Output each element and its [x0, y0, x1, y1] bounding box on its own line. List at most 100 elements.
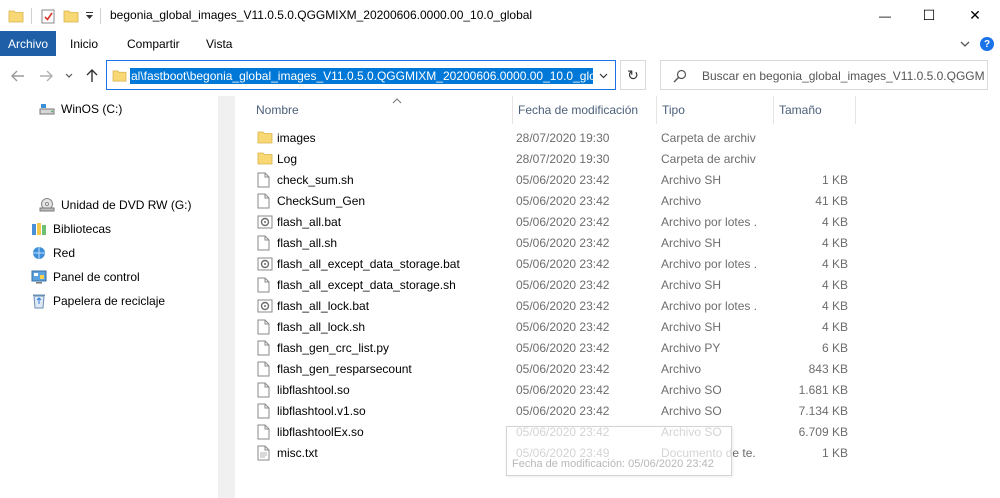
help-icon: ? [980, 37, 994, 51]
file-row[interactable]: flash_gen_resparsecount 05/06/2020 23:42 A… [236, 359, 1000, 380]
ribbon-tabs: Archivo Inicio Compartir Vista ? [0, 31, 1000, 56]
up-button[interactable] [82, 66, 102, 86]
file-size: 1 KB [821, 173, 848, 187]
customize-toolbar-icon[interactable] [85, 7, 94, 25]
file-date: 05/06/2020 23:42 [516, 278, 610, 292]
expand-ribbon-icon[interactable] [958, 35, 972, 53]
nav-item-label: Papelera de reciclaje [53, 294, 166, 308]
file-date: 05/06/2020 23:42 [516, 236, 610, 250]
tab-inicio[interactable]: Inicio [70, 31, 98, 56]
close-icon: ✕ [969, 7, 981, 23]
file-date: 05/06/2020 23:42 [516, 299, 610, 313]
file-row[interactable]: libflashtool.so 05/06/2020 23:42 Archivo S… [236, 380, 1000, 401]
file-name: flash_all_lock.sh [277, 320, 366, 334]
file-date: 05/06/2020 23:42 [516, 404, 610, 418]
file-name: images [277, 131, 316, 145]
file-row[interactable]: libflashtool.v1.so 05/06/2020 23:42 Archiv… [236, 401, 1000, 422]
file-name: misc.txt [277, 446, 318, 460]
drive-icon [39, 101, 55, 117]
window-title: begonia_global_images_V11.0.5.0.QGGMIXM_… [110, 8, 533, 22]
file-icon [257, 361, 273, 378]
nav-item-winos[interactable]: WinOS (C:) [39, 99, 122, 119]
file-row[interactable]: flash_all.sh 05/06/2020 23:42 Archivo SH 4 … [236, 233, 1000, 254]
file-row[interactable]: flash_all_except_data_storage.sh 05/06/20… [236, 275, 1000, 296]
nav-item-network[interactable]: Red [31, 243, 75, 263]
file-size: 6.709 KB [798, 425, 848, 439]
column-header-type[interactable]: Tipo [656, 96, 773, 124]
file-name: flash_all_except_data_storage.bat [277, 257, 460, 271]
file-type: Archivo por lotes ... [661, 299, 756, 313]
file-date: 05/06/2020 23:42 [516, 320, 610, 334]
batch-file-icon [257, 214, 273, 231]
file-size: 7.134 KB [798, 404, 848, 418]
folder-icon [257, 151, 273, 168]
batch-file-icon [257, 298, 273, 315]
file-row[interactable]: flash_all.bat 05/06/2020 23:42 Archivo por… [236, 212, 1000, 233]
file-icon [257, 319, 273, 336]
file-name: libflashtoolEx.so [277, 425, 364, 439]
file-type: Archivo SO [661, 383, 722, 397]
properties-icon[interactable] [41, 7, 56, 25]
file-size: 1 KB [821, 446, 848, 460]
search-box[interactable]: Buscar en begonia_global_images_V11.0.5.… [660, 60, 988, 90]
file-size: 6 KB [821, 341, 848, 355]
tooltip-date: Fecha de modificación: 05/06/2020 23:42 [512, 458, 714, 470]
forward-button[interactable] [36, 66, 56, 86]
minimize-button[interactable]: — [862, 0, 908, 31]
address-row: al\fastboot\begonia_global_images_V11.0.… [0, 56, 1000, 96]
file-date: 05/06/2020 23:42 [516, 362, 610, 376]
nav-item-control-panel[interactable]: Panel de control [31, 267, 140, 287]
file-name: flash_gen_crc_list.py [277, 341, 390, 355]
address-dropdown-button[interactable] [595, 68, 611, 84]
column-header-size[interactable]: Tamaño [773, 96, 855, 124]
file-row[interactable]: flash_all_lock.sh 05/06/2020 23:42 Archivo… [236, 317, 1000, 338]
tab-compartir[interactable]: Compartir [127, 31, 180, 56]
file-row[interactable]: check_sum.sh 05/06/2020 23:42 Archivo SH 1 … [236, 170, 1000, 191]
nav-item-recycle-bin[interactable]: Papelera de reciclaje [31, 291, 165, 311]
file-icon [257, 382, 273, 399]
text-file-icon [257, 445, 273, 462]
address-path[interactable]: al\fastboot\begonia_global_images_V11.0.… [130, 68, 593, 84]
recent-locations-button[interactable] [62, 66, 76, 86]
tab-archivo[interactable]: Archivo [0, 31, 56, 56]
file-size [756, 128, 848, 149]
new-folder-icon[interactable] [63, 7, 79, 25]
file-row[interactable]: flash_gen_crc_list.py 05/06/2020 23:42 Arc… [236, 338, 1000, 359]
nav-pane-scrollbar[interactable] [218, 96, 235, 498]
tab-vista[interactable]: Vista [206, 31, 232, 56]
file-row[interactable]: flash_all_lock.bat 05/06/2020 23:42 Archiv… [236, 296, 1000, 317]
search-icon [673, 69, 687, 86]
back-button[interactable] [8, 66, 28, 86]
address-bar[interactable]: al\fastboot\begonia_global_images_V11.0.… [106, 60, 616, 90]
file-date: 05/06/2020 23:42 [516, 257, 610, 271]
navigation-pane: WinOS (C:) Unidad de DVD RW (G:) Bibliot… [0, 96, 218, 498]
file-type: Archivo [661, 362, 702, 376]
file-row[interactable]: Log 28/07/2020 19:30 Carpeta de archivos [236, 149, 1000, 170]
file-icon [257, 277, 273, 294]
file-type: Archivo SH [661, 173, 722, 187]
chevron-down-icon [599, 73, 607, 79]
file-date: 28/07/2020 19:30 [516, 152, 610, 166]
search-input[interactable]: Buscar en begonia_global_images_V11.0.5.… [702, 69, 984, 83]
file-size: 843 KB [808, 362, 848, 376]
file-size: 4 KB [821, 299, 848, 313]
file-row[interactable]: CheckSum_Gen 05/06/2020 23:42 Archivo 41 KB [236, 191, 1000, 212]
recycle-bin-icon [31, 293, 47, 309]
column-header-date[interactable]: Fecha de modificación [512, 96, 656, 124]
folder-icon [112, 69, 127, 85]
nav-item-label: Bibliotecas [53, 222, 112, 236]
nav-item-dvd-drive[interactable]: Unidad de DVD RW (G:) [39, 195, 191, 215]
column-header-name[interactable]: Nombre [250, 96, 512, 124]
refresh-button[interactable]: ↻ [620, 60, 646, 90]
close-button[interactable]: ✕ [952, 0, 998, 31]
up-arrow-icon [86, 69, 98, 82]
help-button[interactable]: ? [979, 35, 995, 53]
tooltip: Fecha de modificación: 05/06/2020 23:42 [506, 426, 732, 476]
back-arrow-icon [11, 70, 24, 82]
file-type: Archivo [661, 194, 702, 208]
file-row[interactable]: flash_all_except_data_storage.bat 05/06/2… [236, 254, 1000, 275]
nav-item-libraries[interactable]: Bibliotecas [31, 219, 111, 239]
maximize-button[interactable]: ☐ [906, 0, 952, 31]
file-row[interactable]: images 28/07/2020 19:30 Carpeta de archivo… [236, 128, 1000, 149]
file-name: libflashtool.v1.so [277, 404, 366, 418]
